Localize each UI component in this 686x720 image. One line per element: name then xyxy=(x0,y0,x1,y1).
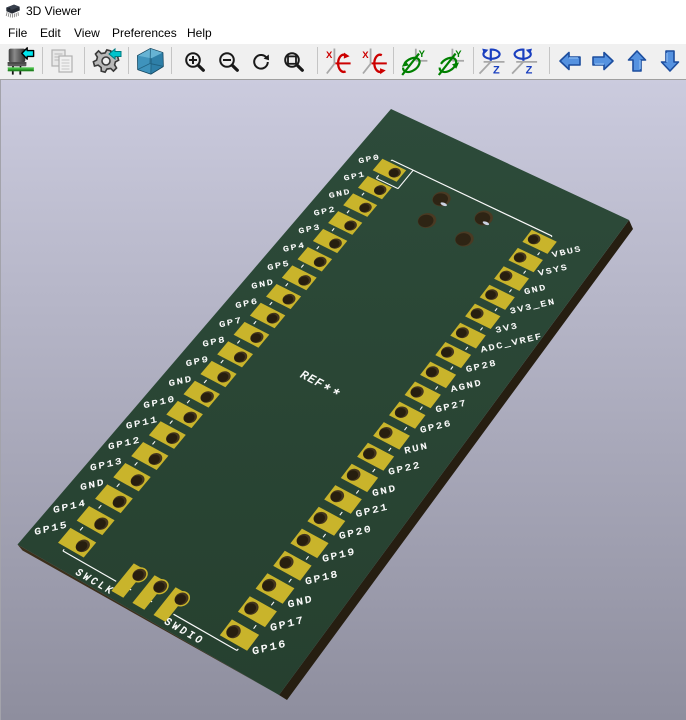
svg-text:Z: Z xyxy=(526,65,533,77)
svg-text:X: X xyxy=(362,50,369,61)
svg-text:X: X xyxy=(326,50,333,61)
svg-text:Z: Z xyxy=(493,65,500,77)
